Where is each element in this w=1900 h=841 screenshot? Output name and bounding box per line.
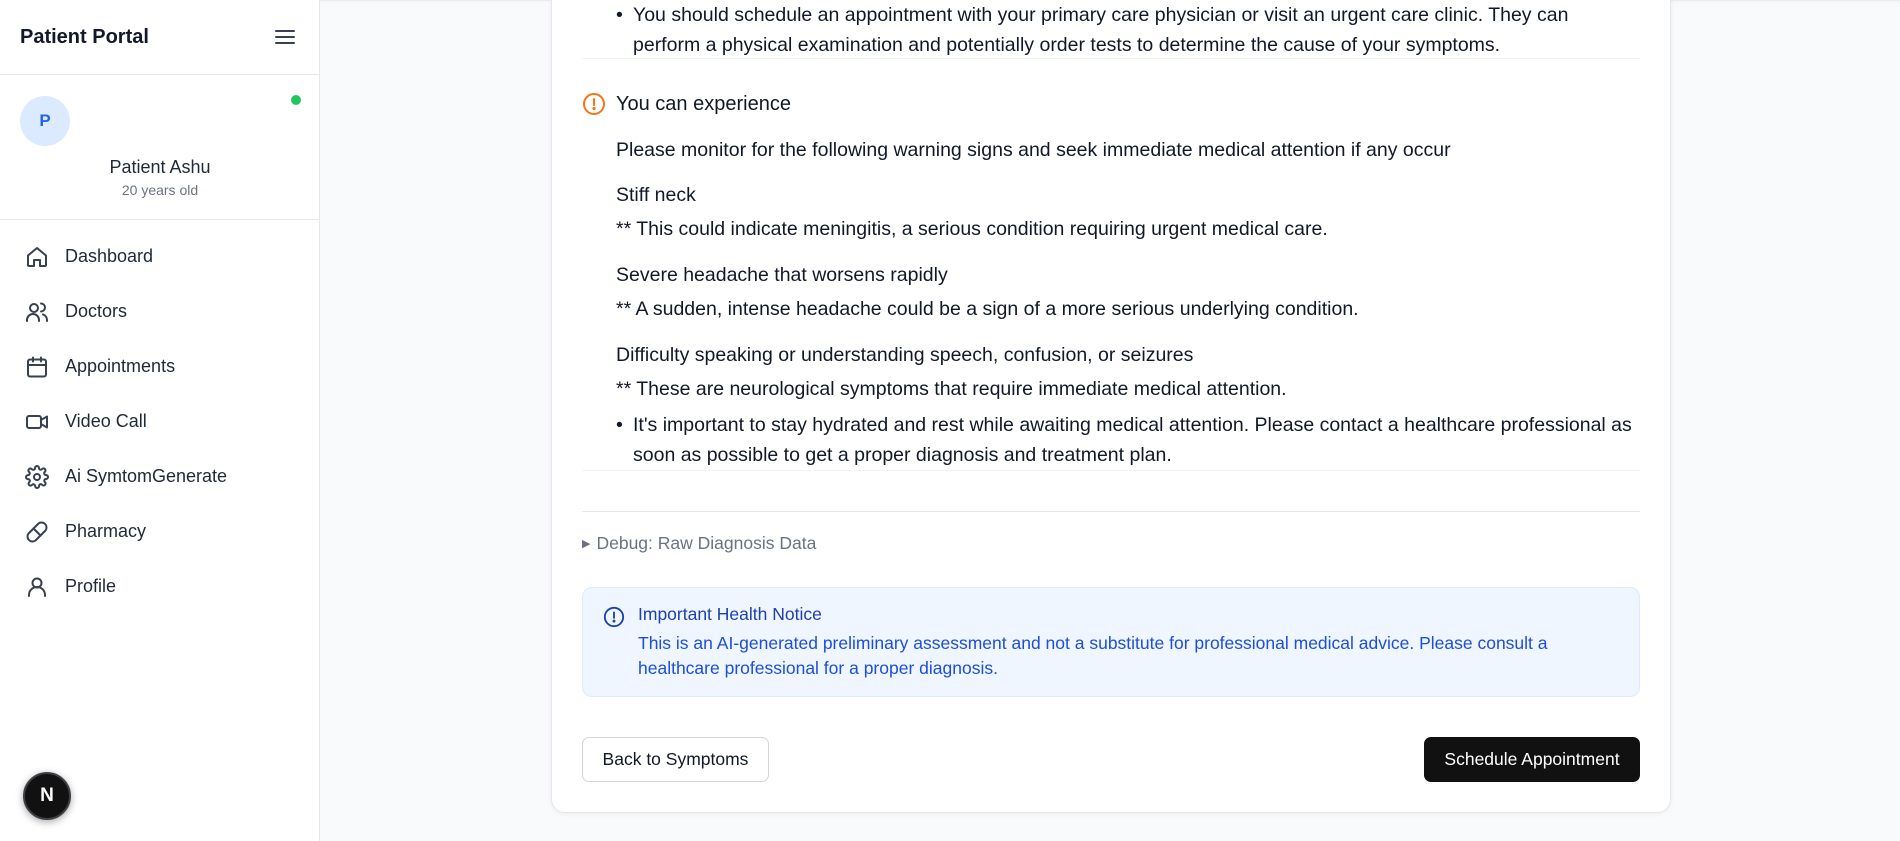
back-to-symptoms-button[interactable]: Back to Symptoms (582, 737, 769, 782)
debug-label: Debug: Raw Diagnosis Data (596, 533, 817, 553)
sidebar-item-appointments[interactable]: Appointments (0, 339, 320, 394)
user-icon (24, 574, 50, 600)
user-name: Patient Ashu (109, 157, 211, 177)
caret-right-icon: ▶ (582, 538, 591, 550)
sign-note: ** These are neurological symptoms that … (616, 378, 1287, 400)
notice-title: Important Health Notice (638, 604, 822, 624)
sidebar-item-label: Doctors (65, 301, 128, 321)
sidebar-header: Patient Portal (0, 0, 319, 75)
divider (582, 470, 1640, 471)
sign-title: Severe headache that worsens rapidly (616, 264, 948, 286)
divider (582, 58, 1640, 59)
sidebar-item-label: Ai SymtomGenerate (65, 466, 228, 486)
dev-tools-badge[interactable]: N (23, 772, 71, 820)
sidebar-item-label: Video Call (65, 411, 147, 431)
online-status-icon (291, 95, 301, 105)
section-divider (582, 511, 1640, 512)
sign-title: Stiff neck (616, 184, 696, 206)
sign-note: ** A sudden, intense headache could be a… (616, 298, 1359, 320)
pill-icon (24, 519, 50, 545)
sidebar-item-ai-symptom[interactable]: Ai SymtomGenerate (0, 449, 320, 504)
sign-title: Difficulty speaking or understanding spe… (616, 344, 1194, 366)
sidebar-item-doctors[interactable]: Doctors (0, 284, 320, 339)
sidebar-item-label: Profile (65, 576, 117, 596)
app-title: Patient Portal (20, 25, 149, 48)
avatar[interactable]: P (20, 96, 70, 146)
warning-heading-text: You can experience (616, 92, 791, 115)
menu-icon[interactable] (273, 25, 297, 49)
bullet-icon: • (616, 414, 623, 436)
sidebar-item-label: Appointments (65, 356, 176, 376)
notice-message: This is an AI-generated preliminary asse… (638, 633, 1548, 678)
sidebar-item-label: Dashboard (65, 246, 154, 266)
sidebar: Patient Portal P Patient Ashu 20 years o… (0, 0, 320, 841)
alert-circle-icon (582, 92, 606, 116)
diagnosis-top-bullet: • You should schedule an appointment wit… (582, 0, 1640, 60)
home-icon (24, 244, 50, 270)
user-profile-card: P Patient Ashu 20 years old (0, 75, 319, 220)
video-icon (24, 409, 50, 435)
schedule-appointment-button[interactable]: Schedule Appointment (1424, 737, 1640, 782)
advice-text: It's important to stay hydrated and rest… (633, 414, 1632, 466)
diagnosis-final-bullet: • It's important to stay hydrated and re… (582, 410, 1640, 470)
gear-icon (24, 464, 50, 490)
bullet-icon: • (616, 4, 623, 26)
info-icon (603, 606, 625, 628)
calendar-icon (24, 354, 50, 380)
warning-intro: Please monitor for the following warning… (616, 139, 1451, 161)
sidebar-item-video-call[interactable]: Video Call (0, 394, 320, 449)
sidebar-item-profile[interactable]: Profile (0, 559, 320, 614)
sidebar-item-label: Pharmacy (65, 521, 147, 541)
sidebar-nav: Dashboard Doctors Appointments Video Cal… (0, 229, 320, 614)
sign-note: ** This could indicate meningitis, a ser… (616, 218, 1328, 240)
user-age: 20 years old (121, 182, 199, 198)
recommendation-text: You should schedule an appointment with … (633, 4, 1569, 56)
sidebar-item-pharmacy[interactable]: Pharmacy (0, 504, 320, 559)
users-icon (24, 299, 50, 325)
health-notice: Important Health Notice This is an AI-ge… (582, 587, 1640, 697)
warning-heading: You can experience (582, 92, 791, 116)
sidebar-item-dashboard[interactable]: Dashboard (0, 229, 320, 284)
debug-toggle[interactable]: ▶ Debug: Raw Diagnosis Data (582, 533, 816, 554)
